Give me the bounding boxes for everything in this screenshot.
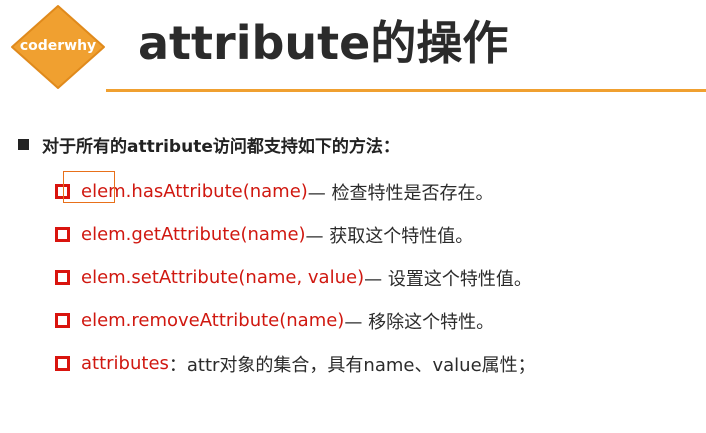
list-item: elem.getAttribute(name) — 获取这个特性值。 (55, 213, 536, 256)
main-bullet-text: 对于所有的attribute访问都支持如下的方法： (42, 136, 400, 157)
hollow-square-bullet-icon (55, 227, 70, 242)
list-item: elem.removeAttribute(name) — 移除这个特性。 (55, 299, 536, 342)
main-bullet: 对于所有的attribute访问都支持如下的方法： (18, 130, 400, 158)
hollow-square-bullet-icon (55, 313, 70, 328)
list-item: elem.setAttribute(name, value) — 设置这个特性值… (55, 256, 536, 299)
hollow-square-bullet-icon (55, 184, 70, 199)
hollow-square-bullet-icon (55, 356, 70, 371)
logo-text: coderwhy (19, 38, 97, 54)
coderwhy-logo: coderwhy (10, 4, 106, 90)
page-title: attribute的操作 (138, 16, 509, 70)
method-code: elem.removeAttribute(name) (81, 310, 345, 331)
square-bullet-icon (18, 138, 29, 150)
method-code: attributes (81, 353, 169, 374)
method-code: elem.setAttribute(name, value) (81, 267, 365, 288)
method-description: — 检查特性是否存在。 (307, 182, 494, 204)
list-item: attributes ：attr对象的集合，具有name、value属性； (55, 342, 536, 385)
title-divider (106, 89, 706, 92)
method-description: — 获取这个特性值。 (305, 225, 474, 247)
method-list: elem.hasAttribute(name) — 检查特性是否存在。 elem… (55, 170, 536, 385)
method-description: ：attr对象的集合，具有name、value属性； (168, 354, 536, 376)
hollow-square-bullet-icon (55, 270, 70, 285)
list-item: elem.hasAttribute(name) — 检查特性是否存在。 (55, 170, 536, 213)
method-code: elem.hasAttribute(name) (81, 181, 308, 202)
method-code: elem.getAttribute(name) (81, 224, 306, 245)
method-description: — 设置这个特性值。 (364, 268, 532, 290)
slide: coderwhy attribute的操作 对于所有的attribute访问都支… (0, 0, 706, 433)
method-description: — 移除这个特性。 (344, 311, 495, 333)
